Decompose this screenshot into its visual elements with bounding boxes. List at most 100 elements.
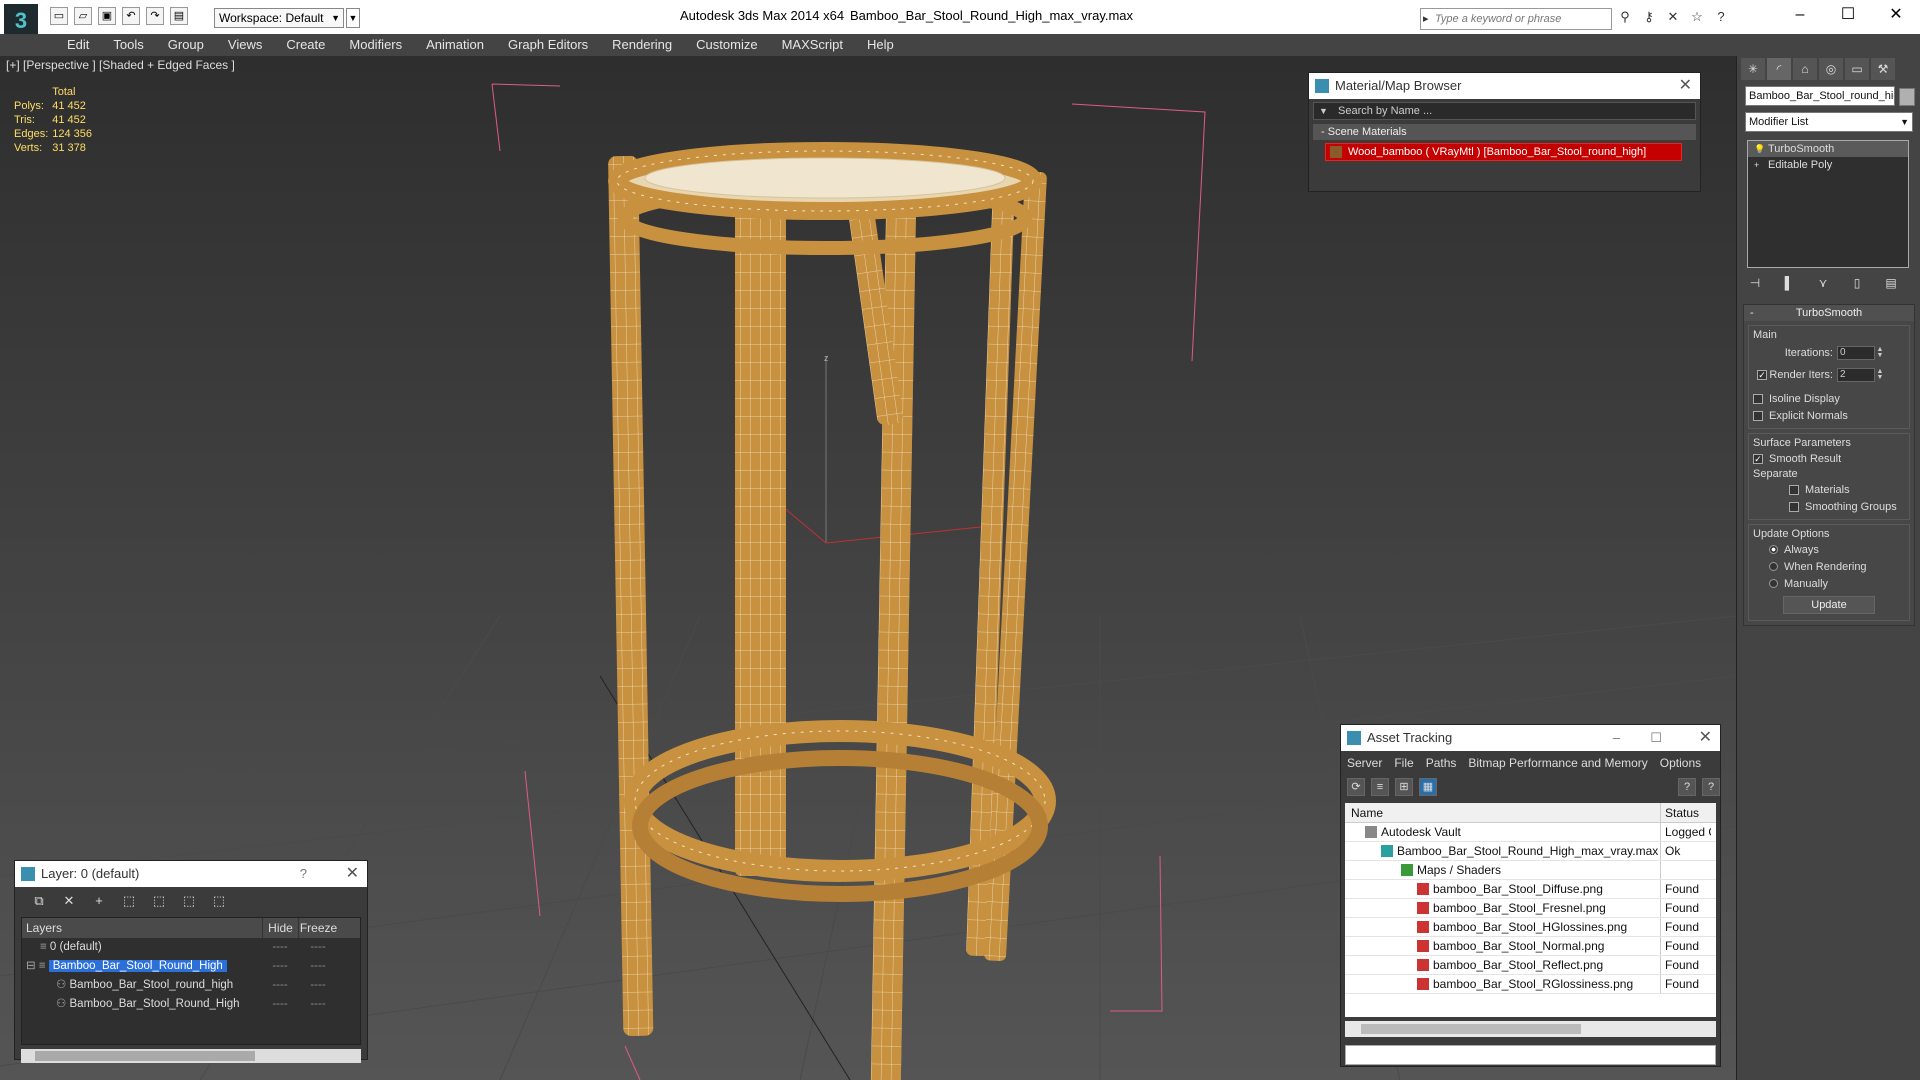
asset-menu-paths[interactable]: Paths (1426, 751, 1457, 775)
scene-materials-section[interactable]: - Scene Materials (1313, 124, 1696, 140)
column-hide[interactable]: Hide (262, 918, 298, 938)
highlight-layer-icon[interactable]: ⬚ (149, 891, 169, 911)
show-end-result-icon[interactable]: ▌ (1781, 274, 1797, 292)
remove-modifier-icon[interactable]: ▯ (1849, 274, 1865, 292)
open-file-icon[interactable]: ▱ (74, 7, 92, 25)
table-row[interactable]: bamboo_Bar_Stool_RGlossiness.png Found (1345, 975, 1716, 994)
star-icon[interactable]: ☆ (1688, 8, 1706, 26)
explicit-normals-checkbox[interactable] (1753, 410, 1763, 421)
close-icon[interactable]: ✕ (1679, 73, 1692, 99)
menu-graph-editors[interactable]: Graph Editors (496, 34, 600, 56)
hide-all-icon[interactable]: ⬚ (179, 891, 199, 911)
object-name-field[interactable]: Bamboo_Bar_Stool_round_hig (1745, 86, 1895, 106)
table-row[interactable]: Autodesk Vault Logged O (1345, 823, 1716, 842)
always-row[interactable]: Always (1753, 541, 1905, 558)
table-row[interactable]: bamboo_Bar_Stool_Diffuse.png Found (1345, 880, 1716, 899)
menu-group[interactable]: Group (156, 34, 216, 56)
bamboo-bar-stool-model[interactable] (608, 142, 1056, 1080)
spinner-arrows-icon[interactable]: ▲ ▼ (1875, 346, 1885, 359)
asset-menu-options[interactable]: Options (1660, 751, 1701, 775)
list-view-icon[interactable]: ≡ (1371, 778, 1389, 796)
new-file-icon[interactable]: ▭ (50, 7, 68, 25)
materials-checkbox[interactable] (1789, 484, 1799, 495)
materials-row[interactable]: Materials (1753, 481, 1905, 498)
menu-maxscript[interactable]: MAXScript (770, 34, 855, 56)
delete-layer-icon[interactable]: ✕ (59, 891, 79, 911)
layer-freeze-toggle[interactable]: ---- (298, 995, 338, 1014)
workspace-dropdown[interactable]: Workspace: Default ▼ (214, 8, 344, 28)
explicit-normals-row[interactable]: Explicit Normals (1753, 407, 1905, 424)
tree-view-icon[interactable]: ⊞ (1395, 778, 1413, 796)
when-rendering-row[interactable]: When Rendering (1753, 558, 1905, 575)
smoothing-groups-row[interactable]: Smoothing Groups (1753, 498, 1905, 515)
material-item[interactable]: Wood_bamboo ( VRayMtl ) [Bamboo_Bar_Stoo… (1325, 143, 1682, 161)
maximize-button[interactable]: ☐ (1824, 0, 1872, 30)
refresh-icon[interactable]: ⟳ (1347, 778, 1365, 796)
configure-sets-icon[interactable]: ▤ (1883, 274, 1899, 292)
render-iters-spinner[interactable]: 2 (1837, 368, 1875, 382)
when-rendering-radio[interactable] (1769, 562, 1778, 571)
undo-icon[interactable]: ↶ (122, 7, 140, 25)
stack-item-editable-poly[interactable]: + Editable Poly (1748, 157, 1908, 173)
app-logo-icon[interactable]: 3 (4, 4, 38, 38)
scrollbar-thumb[interactable] (1361, 1024, 1581, 1034)
layer-row[interactable]: ⚇ Bamboo_Bar_Stool_round_high ---- ---- (22, 976, 360, 995)
horizontal-scrollbar[interactable] (1345, 1021, 1716, 1037)
layer-hide-toggle[interactable]: ---- (262, 976, 298, 995)
pin-stack-icon[interactable]: ⊣ (1747, 274, 1763, 292)
save-file-icon[interactable]: ▣ (98, 7, 116, 25)
menu-edit[interactable]: Edit (55, 34, 101, 56)
help-icon[interactable]: ? (1678, 778, 1696, 796)
create-tab-icon[interactable]: ✳ (1741, 58, 1765, 80)
binoculars-icon[interactable]: ⚲ (1616, 8, 1634, 26)
material-browser-titlebar[interactable]: Material/Map Browser ✕ (1309, 73, 1700, 99)
minimize-icon[interactable]: – (1613, 725, 1620, 751)
layer-hide-toggle[interactable]: ---- (262, 938, 298, 957)
smoothing-groups-checkbox[interactable] (1789, 501, 1799, 512)
add-to-layer-icon[interactable]: + (89, 891, 109, 911)
table-row[interactable]: bamboo_Bar_Stool_HGlossines.png Found (1345, 918, 1716, 937)
horizontal-scrollbar[interactable] (21, 1049, 361, 1063)
iterations-spinner[interactable]: 0 (1837, 346, 1875, 360)
menu-tools[interactable]: Tools (101, 34, 155, 56)
layer-hide-toggle[interactable]: ---- (262, 995, 298, 1014)
isoline-row[interactable]: Isoline Display (1753, 390, 1905, 407)
menu-rendering[interactable]: Rendering (600, 34, 684, 56)
select-in-layer-icon[interactable]: ⬚ (119, 891, 139, 911)
layer-freeze-toggle[interactable]: ---- (298, 976, 338, 995)
table-view-icon[interactable]: ▦ (1419, 778, 1437, 796)
search-input[interactable]: Type a keyword or phrase (1420, 8, 1612, 30)
turbosmooth-rollout-header[interactable]: TurboSmooth (1744, 305, 1914, 321)
layer-row[interactable]: ⊟ ≡ Bamboo_Bar_Stool_Round_High ---- ---- (22, 957, 360, 976)
smooth-result-checkbox[interactable]: ✓ (1753, 453, 1763, 464)
smooth-result-row[interactable]: ✓ Smooth Result (1753, 450, 1905, 467)
always-radio[interactable] (1769, 545, 1778, 554)
key-icon[interactable]: ⚷ (1640, 8, 1658, 26)
table-row[interactable]: bamboo_Bar_Stool_Normal.png Found (1345, 937, 1716, 956)
close-icon[interactable]: ✕ (346, 861, 359, 887)
manually-row[interactable]: Manually (1753, 575, 1905, 592)
customize-toolbar-dropdown[interactable]: ▼ (346, 8, 360, 28)
make-unique-icon[interactable]: ⋎ (1815, 274, 1831, 292)
display-tab-icon[interactable]: ▭ (1845, 58, 1869, 80)
asset-menu-bitmap[interactable]: Bitmap Performance and Memory (1468, 751, 1647, 775)
material-search-input[interactable]: Search by Name ... (1313, 102, 1696, 120)
asset-menu-server[interactable]: Server (1347, 751, 1382, 775)
column-name[interactable]: Name (1345, 803, 1661, 822)
layer-row[interactable]: ≡ 0 (default) ---- ---- (22, 938, 360, 957)
expand-icon[interactable]: + (1754, 160, 1764, 170)
column-freeze[interactable]: Freeze (298, 918, 338, 938)
update-button[interactable]: Update (1783, 596, 1875, 614)
stack-item-turbosmooth[interactable]: 💡 TurboSmooth (1748, 141, 1908, 157)
minimize-button[interactable]: – (1776, 0, 1824, 30)
table-row[interactable]: Maps / Shaders (1345, 861, 1716, 880)
manually-radio[interactable] (1769, 579, 1778, 588)
layer-hide-toggle[interactable]: ---- (262, 957, 298, 976)
close-button[interactable]: ✕ (1872, 0, 1920, 30)
layer-freeze-toggle[interactable]: ---- (298, 957, 338, 976)
exchange-icon[interactable]: ✕ (1664, 8, 1682, 26)
utilities-tab-icon[interactable]: ⚒ (1871, 58, 1895, 80)
close-icon[interactable]: ✕ (1699, 725, 1712, 751)
menu-help[interactable]: Help (855, 34, 906, 56)
layer-row[interactable]: ⚇ Bamboo_Bar_Stool_Round_High ---- ---- (22, 995, 360, 1014)
